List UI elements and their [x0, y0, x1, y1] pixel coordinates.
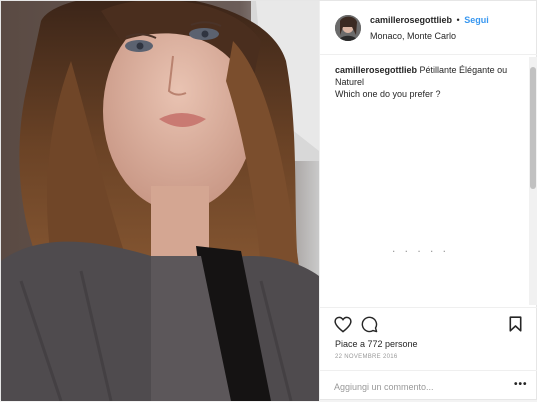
avatar-image — [335, 15, 361, 41]
post-photo[interactable] — [1, 1, 319, 401]
post-sidebar: camillerosegottlieb • Segui Monaco, Mont… — [319, 1, 537, 401]
comment-icon[interactable] — [361, 316, 378, 338]
follow-button[interactable]: Segui — [464, 15, 489, 25]
more-options-icon[interactable]: ••• — [514, 379, 528, 390]
username-row: camillerosegottlieb • Segui — [370, 15, 489, 25]
instagram-post: camillerosegottlieb • Segui Monaco, Mont… — [0, 0, 537, 401]
separator-dot: • — [456, 15, 460, 25]
username-link[interactable]: camillerosegottlieb — [370, 15, 452, 25]
post-actions: Piace a 772 persone 22 NOVEMBRE 2016 ••• — [320, 307, 537, 401]
post-date: 22 NOVEMBRE 2016 — [335, 354, 398, 360]
avatar[interactable] — [335, 15, 361, 41]
post-caption: camillerosegottlieb Pétillante Élégante … — [335, 64, 530, 100]
location-link[interactable]: Monaco, Monte Carlo — [370, 31, 456, 41]
scrollbar-thumb[interactable] — [530, 67, 536, 189]
post-photo-image — [1, 1, 319, 401]
comment-input[interactable] — [334, 379, 504, 395]
caption-username[interactable]: camillerosegottlieb — [335, 65, 417, 75]
caption-text-line2: Which one do you prefer ? — [335, 89, 441, 99]
likes-count[interactable]: Piace a 772 persone — [335, 339, 418, 349]
post-header: camillerosegottlieb • Segui Monaco, Mont… — [320, 1, 537, 55]
loading-indicator: . . . . . — [392, 241, 450, 255]
bookmark-icon[interactable] — [509, 316, 522, 337]
comment-box: ••• — [320, 370, 537, 402]
heart-icon[interactable] — [334, 316, 352, 338]
comments-scrollbar[interactable] — [529, 57, 537, 305]
